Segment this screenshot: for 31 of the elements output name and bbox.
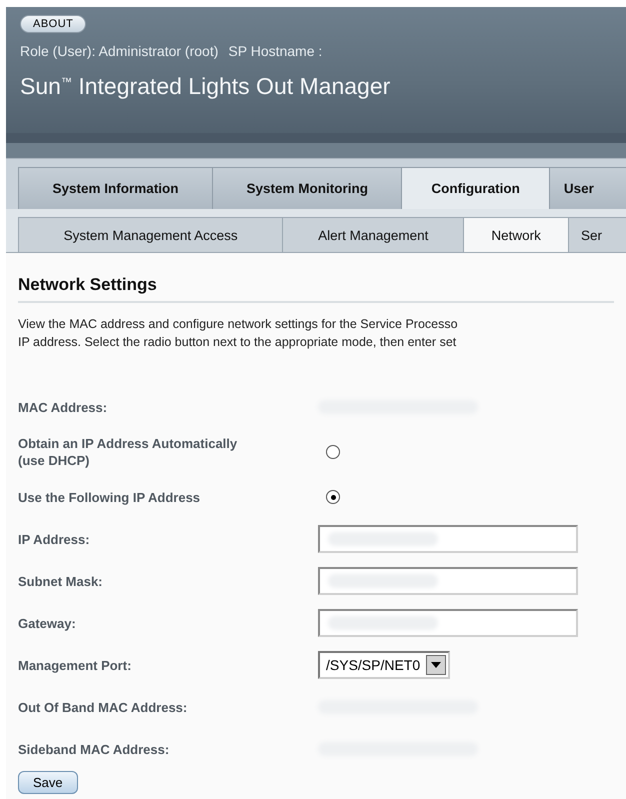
hostname-label: SP Hostname : <box>228 43 322 59</box>
field-label: Sideband MAC Address: <box>18 740 170 758</box>
main-tab[interactable]: System Information <box>18 167 214 209</box>
about-button[interactable]: ABOUT <box>20 15 86 33</box>
page-heading: Network Settings <box>18 253 614 303</box>
field-label: MAC Address: <box>18 398 108 416</box>
input-field[interactable] <box>318 567 578 595</box>
radio-button[interactable] <box>326 490 340 504</box>
save-button[interactable]: Save <box>18 771 78 794</box>
sub-tab[interactable]: Network <box>463 217 569 252</box>
input-field[interactable] <box>318 525 578 553</box>
field-label: Management Port: <box>18 656 132 674</box>
description-text: IP address. Select the radio button next to the appropriate mode, then enter set <box>18 334 458 351</box>
field-label: IP Address: <box>18 530 91 548</box>
product-title: Sun$^{™}$ Integrated Lights Out Manager <box>19 72 392 101</box>
user-role: Role (User): Administrator (root) <box>20 43 218 59</box>
main-tab[interactable]: System Monitoring <box>212 167 402 209</box>
sub-tab[interactable]: Ser <box>568 217 626 252</box>
field-label: Out Of Band MAC Address: <box>18 698 188 716</box>
main-tab[interactable]: Configuration <box>401 167 550 209</box>
description-text: View the MAC address and configure network settings for the Service Processo <box>18 316 459 333</box>
field-label: Subnet Mask: <box>18 572 104 590</box>
sub-tab[interactable]: System Management Access <box>18 217 284 252</box>
input-field[interactable] <box>318 609 578 637</box>
main-tab[interactable]: User <box>548 167 626 209</box>
sub-tab[interactable]: Alert Management <box>282 217 464 252</box>
field-label: Obtain an IP Address Automatically (use DHCP) <box>18 435 238 469</box>
port-dropdown[interactable]: /SYS/SP/NET0 <box>318 651 450 679</box>
field-label: Gateway: <box>18 614 77 632</box>
radio-button[interactable] <box>326 445 340 459</box>
field-label: Use the Following IP Address <box>18 488 202 506</box>
